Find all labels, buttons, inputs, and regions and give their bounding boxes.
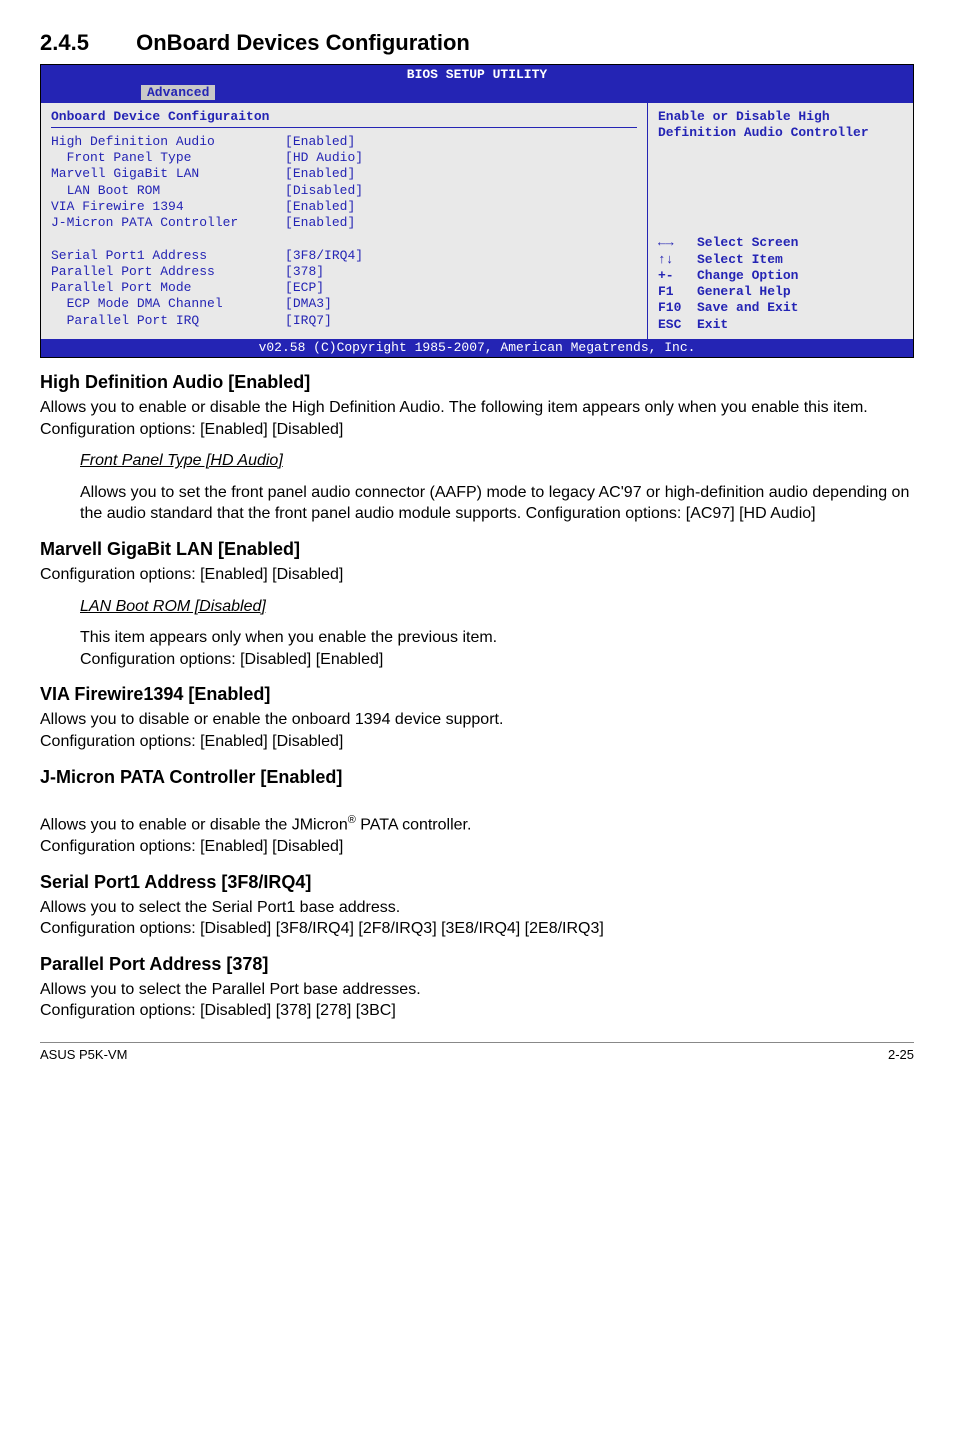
heading-lan: Marvell GigaBit LAN [Enabled]	[40, 539, 914, 560]
bios-title-text: BIOS SETUP UTILITY	[407, 67, 547, 82]
bios-key-row: ←→ Select Screen	[658, 235, 903, 251]
footer-right: 2-25	[888, 1047, 914, 1062]
bios-config-row[interactable]: Parallel Port Mode [ECP]	[51, 280, 637, 296]
para-lan-boot: This item appears only when you enable t…	[80, 627, 914, 670]
bios-config-row[interactable]: Parallel Port Address [378]	[51, 264, 637, 280]
heading-serial: Serial Port1 Address [3F8/IRQ4]	[40, 872, 914, 893]
bios-key-row: ↑↓ Select Item	[658, 252, 903, 268]
bios-key-row: ESC Exit	[658, 317, 903, 333]
para-parallel: Allows you to select the Parallel Port b…	[40, 979, 914, 1022]
bios-config-row[interactable]: Serial Port1 Address [3F8/IRQ4]	[51, 248, 637, 264]
bios-key-row: +- Change Option	[658, 268, 903, 284]
bios-key-row: F1 General Help	[658, 284, 903, 300]
bios-setup-window: BIOS SETUP UTILITY Advanced Onboard Devi…	[40, 64, 914, 358]
section-number: 2.4.5	[40, 30, 130, 56]
subhead-front-panel: Front Panel Type [HD Audio]	[80, 452, 283, 469]
bios-config-row[interactable]: J-Micron PATA Controller [Enabled]	[51, 215, 637, 231]
para-via: Allows you to disable or enable the onbo…	[40, 709, 914, 752]
subhead-lan-boot: LAN Boot ROM [Disabled]	[80, 598, 266, 615]
bios-config-row[interactable]: High Definition Audio [Enabled]	[51, 134, 637, 150]
bios-config-row[interactable]: Parallel Port IRQ [IRQ7]	[51, 313, 637, 329]
footer-left: ASUS P5K-VM	[40, 1047, 127, 1062]
para-front-panel: Allows you to set the front panel audio …	[80, 482, 914, 525]
para-hda: Allows you to enable or disable the High…	[40, 397, 914, 440]
para-jmicron: Allows you to enable or disable the JMic…	[40, 792, 914, 858]
bios-left-panel: Onboard Device Configuraiton High Defini…	[41, 103, 648, 339]
heading-hda: High Definition Audio [Enabled]	[40, 372, 914, 393]
bios-config-row[interactable]: Front Panel Type [HD Audio]	[51, 150, 637, 166]
section-title: OnBoard Devices Configuration	[136, 30, 470, 55]
heading-via: VIA Firewire1394 [Enabled]	[40, 684, 914, 705]
bios-config-row[interactable]: LAN Boot ROM [Disabled]	[51, 183, 637, 199]
bios-key-row: F10 Save and Exit	[658, 300, 903, 316]
bios-config-row	[51, 231, 637, 247]
bios-key-help: ←→ Select Screen↑↓ Select Item+- Change …	[658, 235, 903, 333]
bios-help-panel: Enable or Disable High Definition Audio …	[648, 103, 913, 339]
heading-jmicron: J-Micron PATA Controller [Enabled]	[40, 767, 914, 788]
registered-symbol: ®	[348, 814, 356, 826]
heading-parallel: Parallel Port Address [378]	[40, 954, 914, 975]
bios-footer: v02.58 (C)Copyright 1985-2007, American …	[41, 339, 913, 357]
para-serial: Allows you to select the Serial Port1 ba…	[40, 897, 914, 940]
bios-config-row[interactable]: VIA Firewire 1394 [Enabled]	[51, 199, 637, 215]
bios-config-row[interactable]: ECP Mode DMA Channel [DMA3]	[51, 296, 637, 312]
bios-title-bar: BIOS SETUP UTILITY	[41, 65, 913, 85]
bios-tab-advanced[interactable]: Advanced	[141, 85, 215, 100]
section-heading: 2.4.5 OnBoard Devices Configuration	[40, 30, 914, 56]
para-jmicron-1: Allows you to enable or disable the JMic…	[40, 816, 348, 833]
para-lan: Configuration options: [Enabled] [Disabl…	[40, 564, 914, 586]
bios-help-text: Enable or Disable High Definition Audio …	[658, 109, 903, 142]
page-footer: ASUS P5K-VM 2-25	[40, 1042, 914, 1062]
bios-panel-heading: Onboard Device Configuraiton	[51, 109, 637, 128]
bios-config-row[interactable]: Marvell GigaBit LAN [Enabled]	[51, 166, 637, 182]
